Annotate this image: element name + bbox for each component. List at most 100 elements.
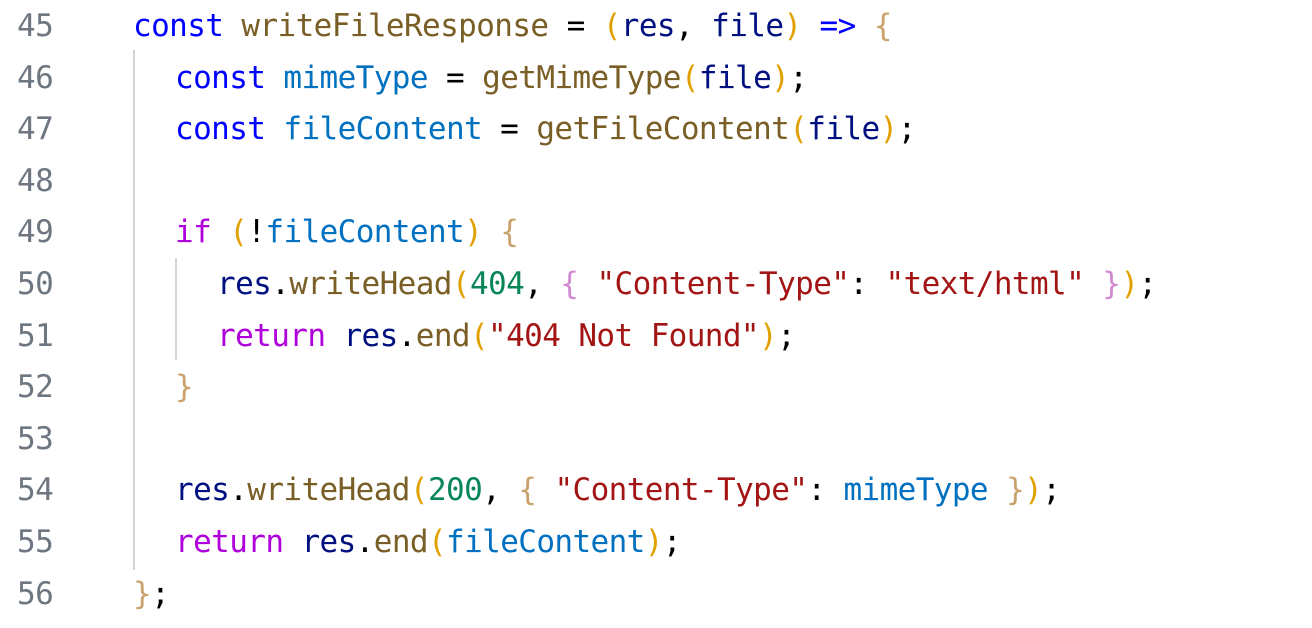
code-token: res xyxy=(343,317,398,354)
code-token: = xyxy=(548,8,603,44)
code-token: ; xyxy=(1138,266,1157,302)
code-token: ! xyxy=(247,214,266,251)
code-token: ) xyxy=(759,317,778,354)
code-line[interactable]: 53 xyxy=(0,413,1312,465)
code-token: ) xyxy=(783,8,802,44)
code-line[interactable]: 50 res.writeHead(404, { "Content-Type": "… xyxy=(0,258,1312,310)
code-token: "Content-Type" xyxy=(554,472,808,509)
code-token: "Content-Type" xyxy=(596,266,850,302)
code-token: } xyxy=(175,369,194,406)
line-number: 51 xyxy=(17,317,54,354)
code-token: const xyxy=(133,8,224,44)
code-token: end xyxy=(415,317,471,354)
code-token: , xyxy=(482,472,519,509)
code-token: mimeType xyxy=(283,59,428,96)
code-token: } xyxy=(1006,472,1025,509)
code-text: res.writeHead(200, { "Content-Type": mim… xyxy=(175,464,1061,516)
line-number: 49 xyxy=(17,214,54,251)
code-token: ( xyxy=(469,317,489,354)
code-line[interactable]: 51 return res.end("404 Not Found"); xyxy=(0,310,1312,362)
code-token: writeFileResponse xyxy=(241,8,549,44)
line-number: 47 xyxy=(17,111,54,148)
code-token: file xyxy=(807,111,880,148)
code-token: return xyxy=(175,524,284,560)
indent-guide xyxy=(175,258,177,360)
code-token: { xyxy=(518,472,537,509)
code-token: res xyxy=(620,8,676,44)
code-text: res.writeHead(404, { "Content-Type": "te… xyxy=(217,258,1157,310)
code-token: if xyxy=(175,214,212,251)
code-token: file xyxy=(711,8,784,44)
code-token: end xyxy=(373,524,429,560)
code-line[interactable]: 45 const writeFileResponse = (res, file) … xyxy=(0,0,1312,52)
code-text: }; xyxy=(133,568,170,620)
code-token: , xyxy=(674,8,712,44)
code-token: : xyxy=(849,266,886,302)
code-token: ( xyxy=(409,472,429,509)
code-line[interactable]: 55 return res.end(fileContent); xyxy=(0,516,1312,568)
code-text: const mimeType = getMimeType(file); xyxy=(175,52,808,104)
code-token: fileContent xyxy=(446,524,645,560)
code-token: : xyxy=(807,472,844,509)
code-token: { xyxy=(560,266,579,302)
code-token: { xyxy=(500,214,519,251)
code-token: = xyxy=(427,59,483,96)
code-token: ( xyxy=(427,524,447,560)
code-token: ; xyxy=(662,524,682,560)
code-line[interactable]: 52} xyxy=(0,361,1312,413)
code-line[interactable]: 46 const mimeType = getMimeType(file); xyxy=(0,52,1312,104)
code-line[interactable]: 49 if (!fileContent) { xyxy=(0,206,1312,258)
code-token: getFileContent xyxy=(536,111,790,148)
code-token: const xyxy=(175,111,266,148)
code-token: { xyxy=(873,8,893,44)
code-token: writeHead xyxy=(247,472,410,509)
code-token: "404 Not Found" xyxy=(488,317,760,354)
code-text: const writeFileResponse = (res, file) =>… xyxy=(133,0,892,52)
line-number: 45 xyxy=(17,8,54,44)
code-token: ) xyxy=(464,214,483,251)
code-token: . xyxy=(271,266,290,302)
code-text: return res.end(fileContent); xyxy=(175,516,681,568)
code-token: res xyxy=(175,472,230,509)
code-text: return res.end("404 Not Found"); xyxy=(217,310,796,362)
code-token: = xyxy=(482,111,537,148)
code-token: fileContent xyxy=(283,111,483,148)
code-token: file xyxy=(698,59,772,96)
code-token: ; xyxy=(151,575,170,612)
code-token: return xyxy=(217,317,326,354)
code-token: . xyxy=(397,317,417,354)
code-token: => xyxy=(819,8,857,44)
code-token: mimeType xyxy=(843,472,988,509)
code-line[interactable]: 47 const fileContent = getFileContent(fil… xyxy=(0,103,1312,155)
line-number: 46 xyxy=(17,59,54,96)
line-number: 52 xyxy=(17,369,54,406)
code-line[interactable]: 48 xyxy=(0,155,1312,207)
code-token: ) xyxy=(879,111,899,148)
line-number: 48 xyxy=(17,162,54,199)
code-token: ; xyxy=(1042,472,1061,509)
code-line[interactable]: 54 res.writeHead(200, { "Content-Type": m… xyxy=(0,464,1312,516)
code-token: res xyxy=(217,266,272,302)
code-token: getMimeType xyxy=(482,59,681,96)
code-token: ) xyxy=(1120,266,1139,302)
code-line[interactable]: 56}; xyxy=(0,568,1312,620)
code-token: 200 xyxy=(427,472,483,509)
code-token: ; xyxy=(777,317,796,354)
code-token: . xyxy=(355,524,375,560)
code-editor[interactable]: 45 const writeFileResponse = (res, file) … xyxy=(0,0,1312,628)
code-text: if (!fileContent) { xyxy=(175,206,519,258)
code-token: . xyxy=(229,472,248,509)
code-token: "text/html" xyxy=(885,266,1085,302)
code-token: } xyxy=(1102,266,1121,302)
indent-guide xyxy=(133,50,135,570)
code-token: } xyxy=(133,575,152,612)
